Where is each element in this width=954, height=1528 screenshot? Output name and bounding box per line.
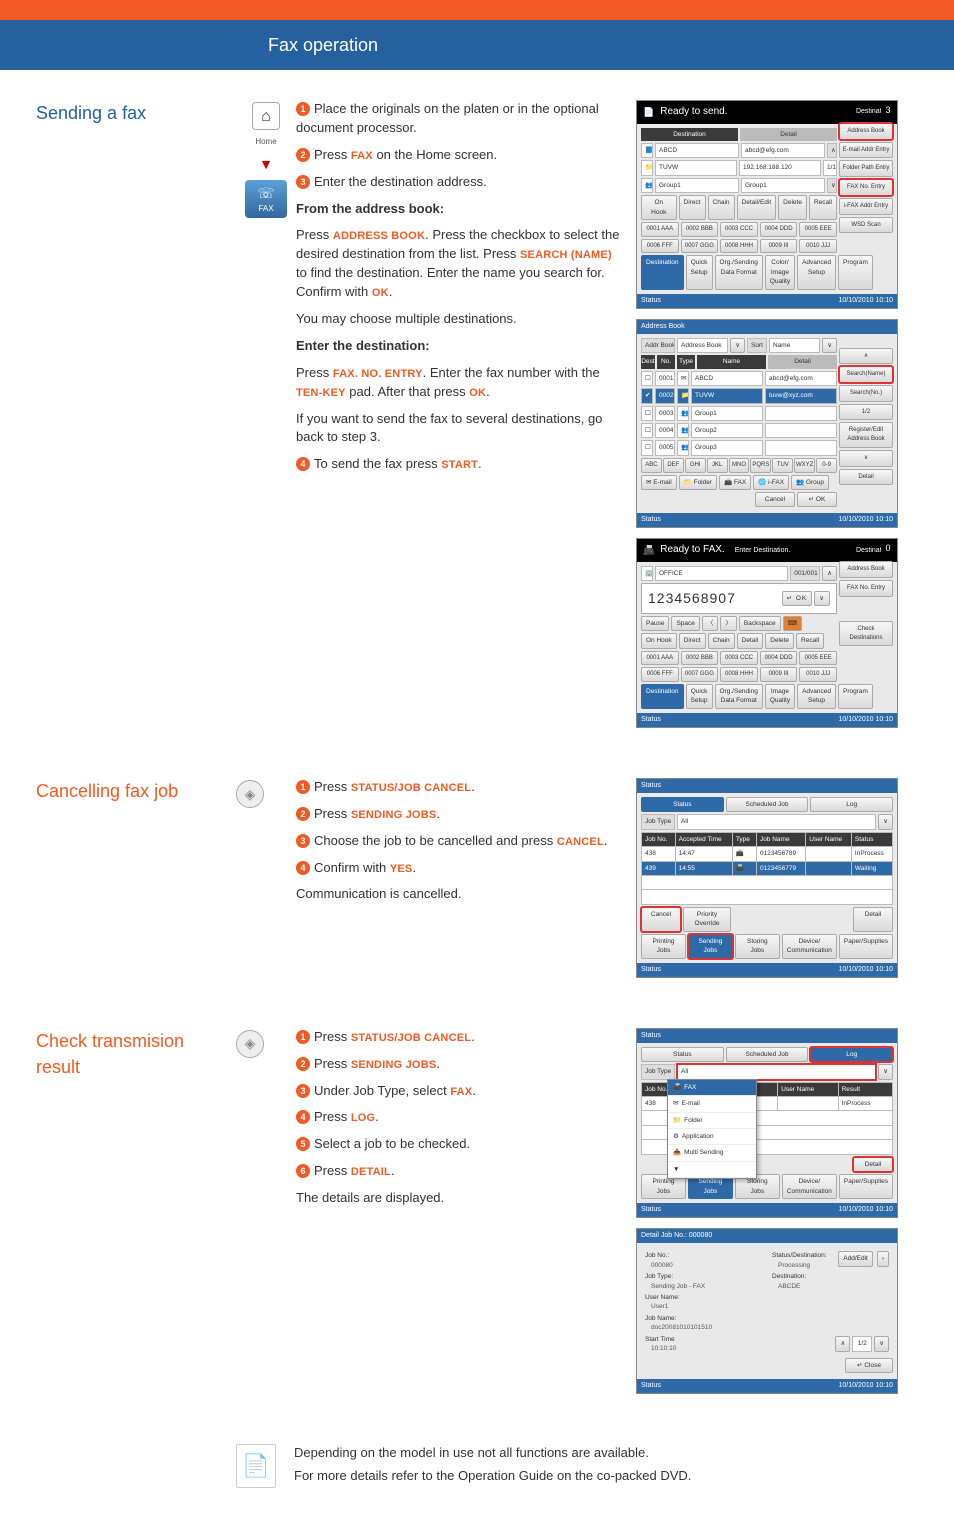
search-name-btn[interactable]: Search(Name) <box>839 366 893 383</box>
cancel-btn[interactable]: Cancel <box>641 907 681 932</box>
section-sending: Sending a fax ⌂ Home ▼ ☏ FAX 1Place the … <box>36 100 918 738</box>
dest-count: 3 <box>881 103 895 117</box>
detail-btn[interactable]: Detail <box>853 1157 893 1172</box>
step3-badge: 3 <box>296 175 310 189</box>
status-icon: ◈ <box>236 1030 264 1058</box>
screenshot-status-log: Status Status Scheduled Job Log Job Type… <box>636 1028 898 1219</box>
sending-jobs-tab[interactable]: Sending Jobs <box>688 934 733 959</box>
log-tab[interactable]: Log <box>810 1047 893 1062</box>
home-fax-icon-stack: ⌂ Home ▼ ☏ FAX <box>236 102 296 218</box>
screenshot-address-book: Address Book Addr Book Address Book∨ Sor… <box>636 319 898 529</box>
address-book-btn[interactable]: Address Book <box>839 123 893 140</box>
header-band: Fax operation <box>0 20 954 70</box>
jobtype-dropdown[interactable]: 📠 FAX ✉ E-mail 📁 Folder ⚙ Application 📤 … <box>667 1079 757 1180</box>
step4-badge: 4 <box>296 457 310 471</box>
send-title: Sending a fax <box>36 100 220 126</box>
fax-number-display: 1234568907 <box>648 588 736 608</box>
footnote: 📄 Depending on the model in use not all … <box>36 1444 918 1488</box>
step2-badge: 2 <box>296 148 310 162</box>
cancel-title: Cancelling fax job <box>36 778 220 804</box>
screenshot-ready-to-fax: 0 📠Ready to FAX.Enter Destination.Destin… <box>636 538 898 727</box>
screenshot-status-cancel: Status Status Scheduled Job Log Job Type… <box>636 778 898 978</box>
enter-dest-heading: Enter the destination: <box>296 338 430 353</box>
section-check: Check transmision result ◈ 1Press STATUS… <box>36 1028 918 1404</box>
screenshot-ready-to-send: 3 📄Ready to send.Destination Destination… <box>636 100 898 309</box>
arrow-down-icon: ▼ <box>259 154 273 174</box>
section-cancel: Cancelling fax job ◈ 1Press STATUS/JOB C… <box>36 778 918 988</box>
top-stripe <box>0 0 954 20</box>
jobtype-select[interactable]: All <box>677 1064 876 1079</box>
fax-no-entry-btn[interactable]: FAX No. Entry <box>839 179 893 196</box>
screenshot-detail: Detail Job No.: 000080 Job No.:000080 St… <box>636 1228 898 1394</box>
home-icon: ⌂ <box>252 102 280 130</box>
note-icon: 📄 <box>236 1444 276 1488</box>
check-title: Check transmision result <box>36 1028 220 1080</box>
home-label: Home <box>255 136 276 148</box>
status-icon: ◈ <box>236 780 264 808</box>
fax-app-icon: ☏ FAX <box>245 180 287 218</box>
send-body: 1Place the originals on the platen or in… <box>296 100 636 738</box>
step1-badge: 1 <box>296 102 310 116</box>
header-title: Fax operation <box>268 35 378 55</box>
title-col: Sending a fax <box>36 100 236 738</box>
from-book-heading: From the address book: <box>296 201 444 216</box>
